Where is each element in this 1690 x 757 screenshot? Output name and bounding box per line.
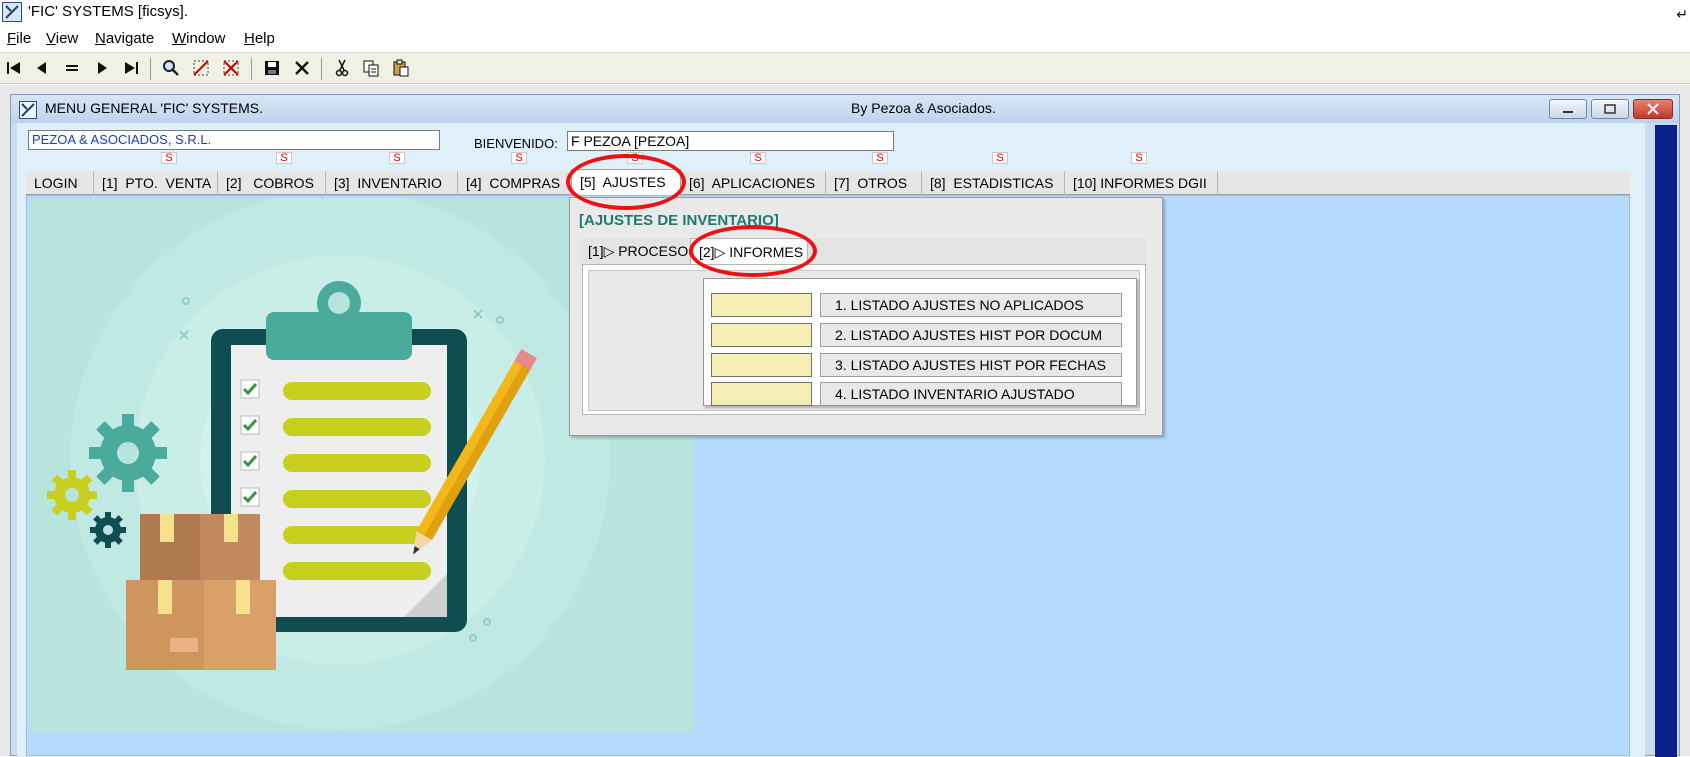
- tab-status-mark: S: [389, 152, 405, 164]
- menu-navigate[interactable]: Navigate: [95, 30, 154, 47]
- report-option-1-input[interactable]: [711, 293, 812, 317]
- tab-status-mark: S: [872, 152, 888, 164]
- tab-status-mark: S: [161, 152, 177, 164]
- highlight-informes-subtab: [689, 225, 817, 277]
- search-icon[interactable]: [159, 57, 183, 79]
- tab-status-mark: S: [750, 152, 766, 164]
- app-title-bar: 'FIC' SYSTEMS [ficsys]. ↵: [0, 0, 1690, 26]
- menu-help[interactable]: Help: [244, 30, 275, 47]
- highlight-ajustes-tab: [566, 154, 686, 210]
- toolbar-separator: [150, 58, 151, 80]
- welcome-label: BIENVENIDO:: [474, 136, 558, 151]
- tab-otros[interactable]: [7] OTROS: [826, 171, 922, 195]
- window-subtitle: By Pezoa & Asociados.: [851, 100, 996, 116]
- save-icon[interactable]: [260, 57, 284, 79]
- window-title: MENU GENERAL 'FIC' SYSTEMS.: [45, 100, 263, 116]
- equals-icon[interactable]: [60, 57, 84, 79]
- report-option-1-button[interactable]: 1. LISTADO AJUSTES NO APLICADOS: [820, 293, 1122, 317]
- tab-status-mark: S: [1131, 152, 1147, 164]
- report-option-3-input[interactable]: [711, 353, 812, 377]
- toolbar-separator: [321, 58, 322, 80]
- window-icon: [19, 101, 37, 119]
- toolbar-separator: [251, 58, 252, 80]
- next-record-icon[interactable]: [90, 57, 114, 79]
- app-icon: [2, 2, 22, 22]
- report-option-3-button[interactable]: 3. LISTADO AJUSTES HIST POR FECHAS: [820, 353, 1122, 377]
- report-option-4-button[interactable]: 4. LISTADO INVENTARIO AJUSTADO: [820, 382, 1122, 406]
- menu-window[interactable]: Window: [172, 30, 225, 47]
- window-title-bar: MENU GENERAL 'FIC' SYSTEMS. By Pezoa & A…: [11, 95, 1679, 123]
- first-record-icon[interactable]: [2, 57, 26, 79]
- toolbar: [0, 52, 1690, 84]
- main-tab-strip: LOGIN [1] PTO. VENTA [2] COBROS [3] INVE…: [26, 169, 1630, 196]
- copy-icon[interactable]: [359, 57, 383, 79]
- informes-list: 1. LISTADO AJUSTES NO APLICADOS 2. LISTA…: [703, 278, 1137, 406]
- cut-icon[interactable]: [330, 57, 354, 79]
- tab-aplicaciones[interactable]: [6] APLICACIONES: [681, 171, 826, 195]
- clear-filter-icon[interactable]: [219, 57, 243, 79]
- tab-estadisticas[interactable]: [8] ESTADISTICAS: [922, 171, 1065, 195]
- restore-arrow-icon[interactable]: ↵: [1676, 6, 1688, 23]
- informes-subpanel: 1. LISTADO AJUSTES NO APLICADOS 2. LISTA…: [582, 264, 1146, 415]
- company-name-field: PEZOA & ASOCIADOS, S.R.L.: [28, 130, 440, 150]
- restore-button[interactable]: [1591, 99, 1629, 119]
- menu-view[interactable]: View: [46, 30, 78, 47]
- subtab-filler: [808, 238, 1146, 264]
- tab-cobros[interactable]: [2] COBROS: [218, 171, 326, 195]
- prev-record-icon[interactable]: [30, 57, 54, 79]
- tab-status-mark: S: [992, 152, 1008, 164]
- welcome-user-field: F PEZOA [PEZOA]: [567, 131, 894, 151]
- subtab-procesos[interactable]: [1]▷ PROCESOS: [580, 238, 698, 264]
- tab-informes-dgii[interactable]: [10] INFORMES DGII: [1065, 171, 1218, 195]
- minimize-button[interactable]: [1549, 99, 1587, 119]
- tab-inventario[interactable]: [3] INVENTARIO: [326, 171, 458, 195]
- report-option-2-button[interactable]: 2. LISTADO AJUSTES HIST POR DOCUM: [820, 323, 1122, 347]
- app-title: 'FIC' SYSTEMS [ficsys].: [28, 3, 188, 20]
- tab-status-mark: S: [276, 152, 292, 164]
- ajustes-panel: [AJUSTES DE INVENTARIO] [1]▷ PROCESOS [2…: [569, 197, 1163, 436]
- last-record-icon[interactable]: [119, 57, 143, 79]
- report-option-4-input[interactable]: [711, 382, 812, 406]
- menu-file[interactable]: File: [7, 30, 31, 47]
- delete-icon[interactable]: [290, 57, 314, 79]
- tab-login[interactable]: LOGIN: [26, 171, 94, 195]
- paste-icon[interactable]: [389, 57, 413, 79]
- menubar: File View Navigate Window Help: [0, 26, 1690, 52]
- filter-icon[interactable]: [189, 57, 213, 79]
- right-side-bar: [1655, 125, 1677, 757]
- report-option-2-input[interactable]: [711, 323, 812, 347]
- tab-status-mark: S: [511, 152, 527, 164]
- tab-pto-venta[interactable]: [1] PTO. VENTA: [94, 171, 218, 195]
- close-button[interactable]: [1633, 99, 1673, 119]
- informes-inner-frame: 1. LISTADO AJUSTES NO APLICADOS 2. LISTA…: [588, 270, 1140, 411]
